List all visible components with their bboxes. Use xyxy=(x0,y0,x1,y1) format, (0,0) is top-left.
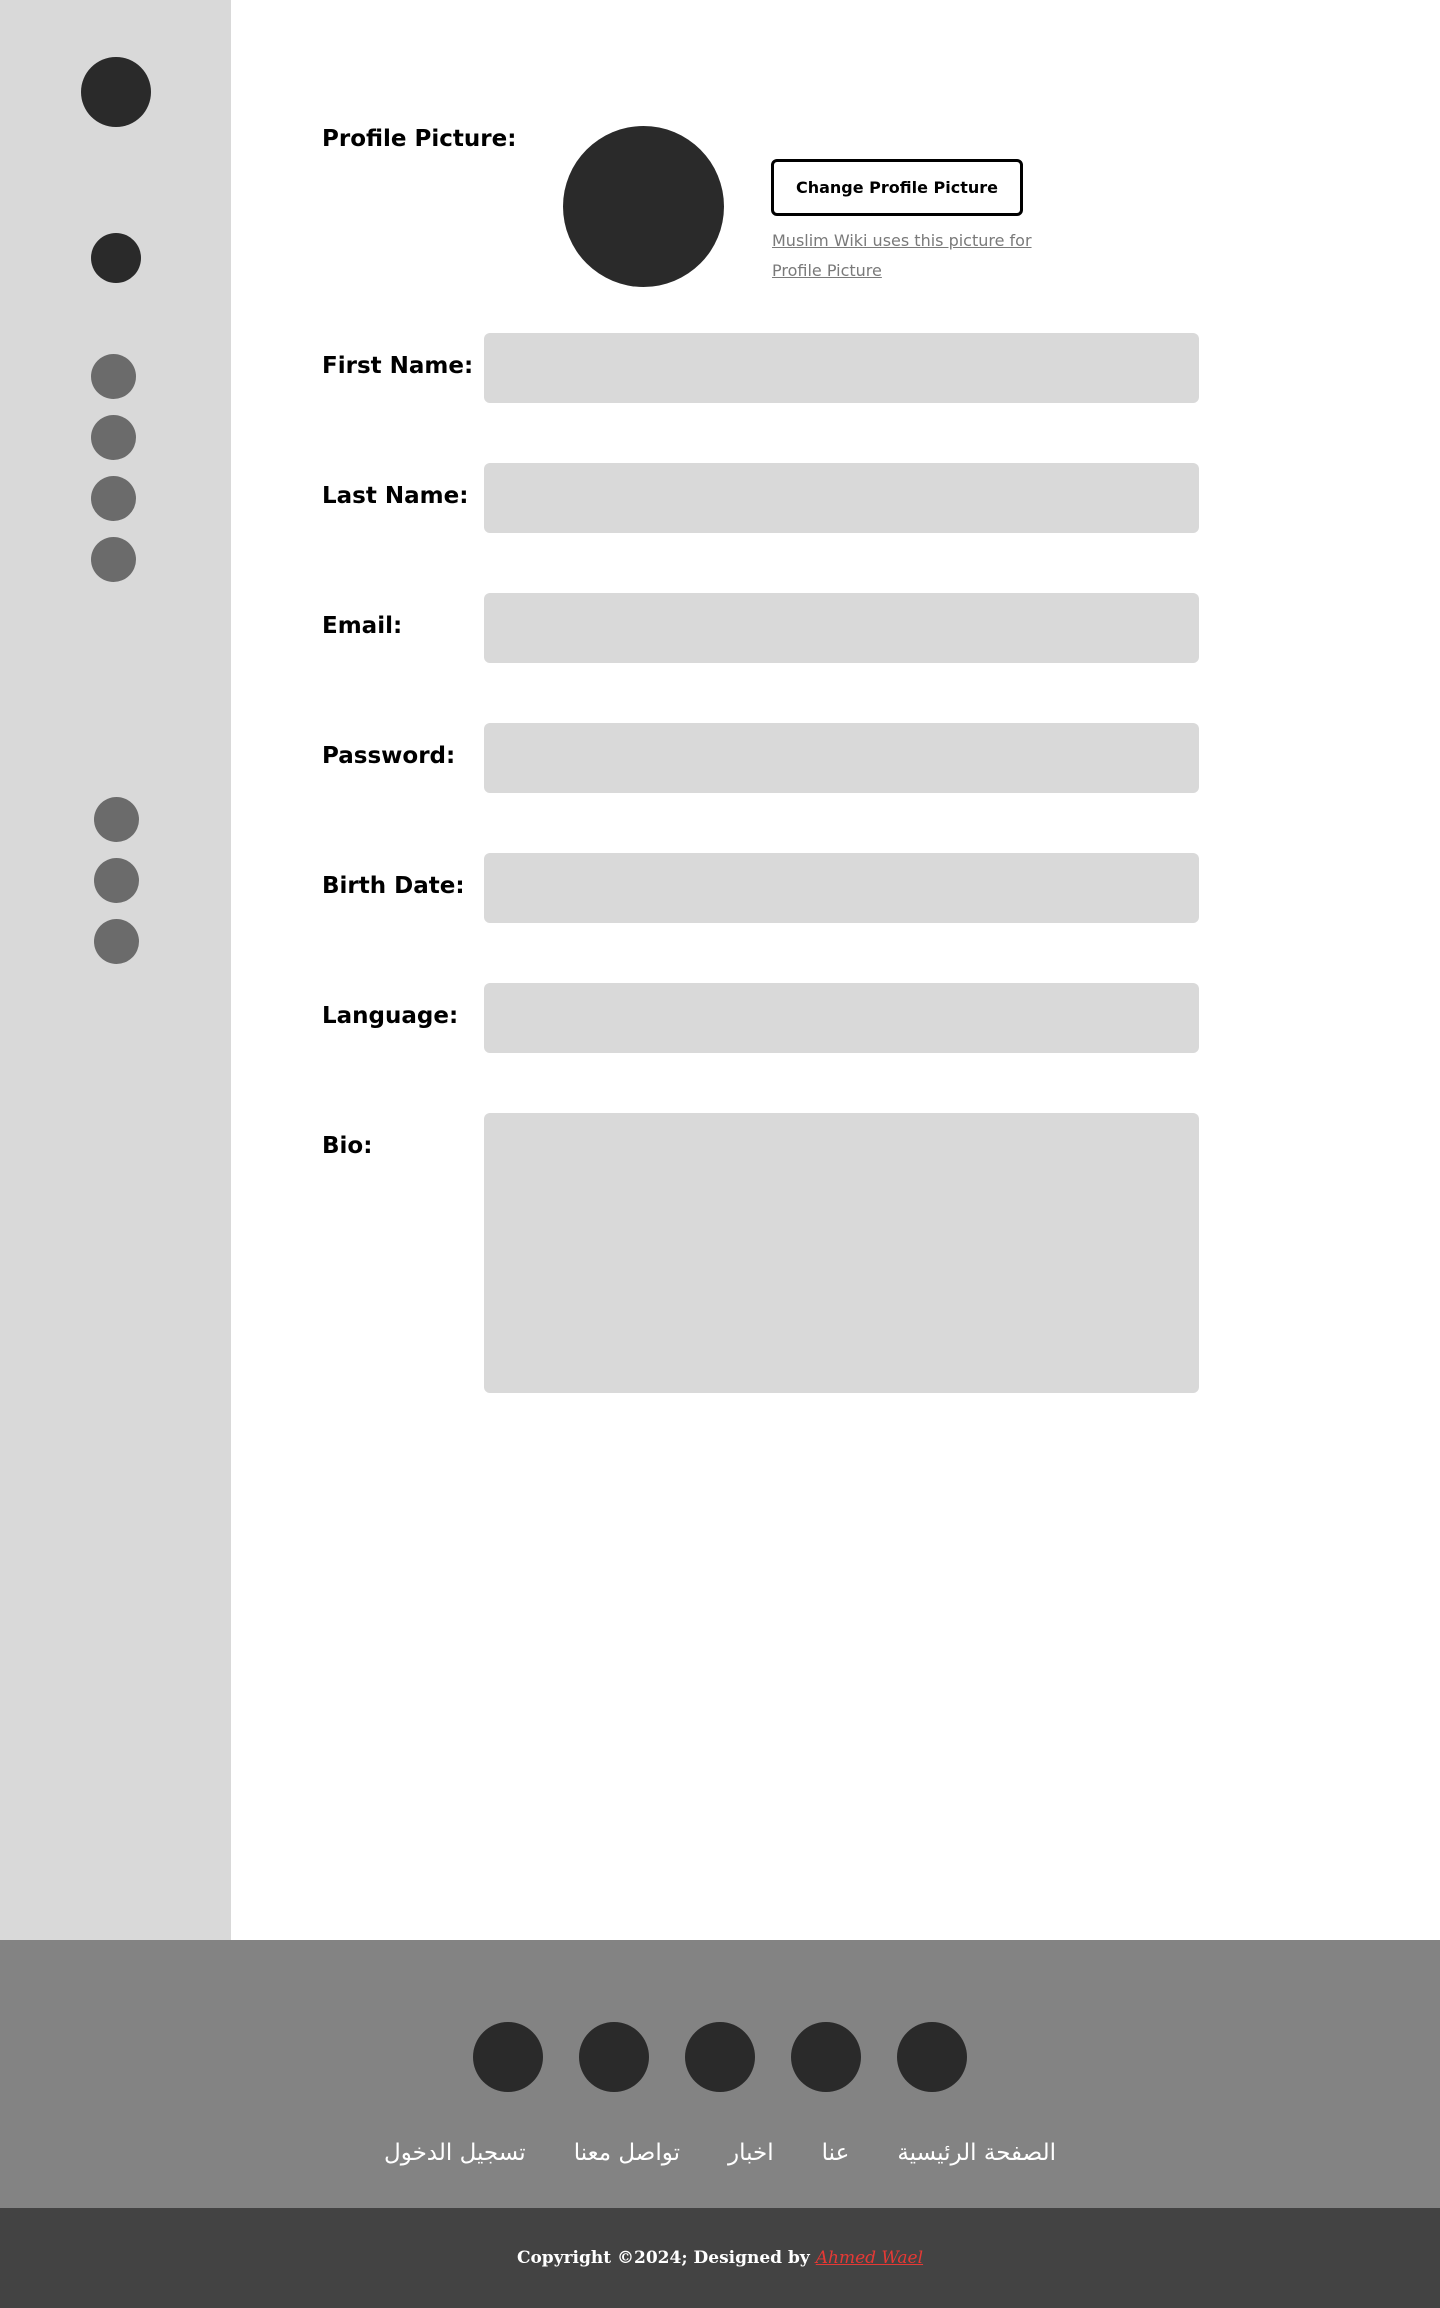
sidebar-nav-icon[interactable] xyxy=(94,797,139,842)
footer-nav: الصفحة الرئيسية عنا اخبار تواصل معنا تسج… xyxy=(0,2140,1440,2166)
social-icon[interactable] xyxy=(791,2022,861,2092)
bio-field[interactable] xyxy=(484,1113,1199,1393)
language-label: Language: xyxy=(322,1003,459,1029)
last-name-label: Last Name: xyxy=(322,483,469,509)
footer-link-about[interactable]: عنا xyxy=(822,2140,850,2166)
footer-link-contact[interactable]: تواصل معنا xyxy=(574,2140,680,2166)
footer-link-home[interactable]: الصفحة الرئيسية xyxy=(897,2140,1056,2166)
social-icon[interactable] xyxy=(473,2022,543,2092)
profile-picture-hint[interactable]: Muslim Wiki uses this picture for Profil… xyxy=(772,226,1042,286)
birth-date-label: Birth Date: xyxy=(322,873,465,899)
home-icon[interactable] xyxy=(91,233,141,283)
password-label: Password: xyxy=(322,743,456,769)
copyright-text: Copyright ©2024; Designed by xyxy=(516,2248,810,2268)
social-icon[interactable] xyxy=(897,2022,967,2092)
social-icon[interactable] xyxy=(685,2022,755,2092)
last-name-field[interactable] xyxy=(484,463,1199,533)
sidebar-nav-icon[interactable] xyxy=(91,476,136,521)
sidebar-nav-icon[interactable] xyxy=(91,415,136,460)
social-icon[interactable] xyxy=(579,2022,649,2092)
author-link[interactable]: Ahmed Wael xyxy=(816,2248,923,2268)
sidebar-nav-icon[interactable] xyxy=(94,919,139,964)
footer: الصفحة الرئيسية عنا اخبار تواصل معنا تسج… xyxy=(0,1940,1440,2208)
sidebar-nav-icon[interactable] xyxy=(91,354,136,399)
sidebar-nav-icon[interactable] xyxy=(94,858,139,903)
sidebar-nav-icon[interactable] xyxy=(91,537,136,582)
logo-icon[interactable] xyxy=(81,57,151,127)
profile-picture-label: Profile Picture: xyxy=(322,126,517,152)
copyright-bar: Copyright ©2024; Designed by Ahmed Wael xyxy=(0,2208,1440,2308)
avatar xyxy=(563,126,724,287)
email-field[interactable] xyxy=(484,593,1199,663)
email-label: Email: xyxy=(322,613,403,639)
profile-settings xyxy=(231,0,1440,1940)
language-field[interactable] xyxy=(484,983,1199,1053)
footer-link-login[interactable]: تسجيل الدخول xyxy=(384,2140,526,2166)
birth-date-field[interactable] xyxy=(484,853,1199,923)
bio-label: Bio: xyxy=(322,1133,373,1159)
first-name-field[interactable] xyxy=(484,333,1199,403)
footer-link-news[interactable]: اخبار xyxy=(728,2140,774,2166)
change-profile-picture-button[interactable]: Change Profile Picture xyxy=(771,159,1023,216)
password-field[interactable] xyxy=(484,723,1199,793)
sidebar xyxy=(0,0,231,1940)
first-name-label: First Name: xyxy=(322,353,474,379)
